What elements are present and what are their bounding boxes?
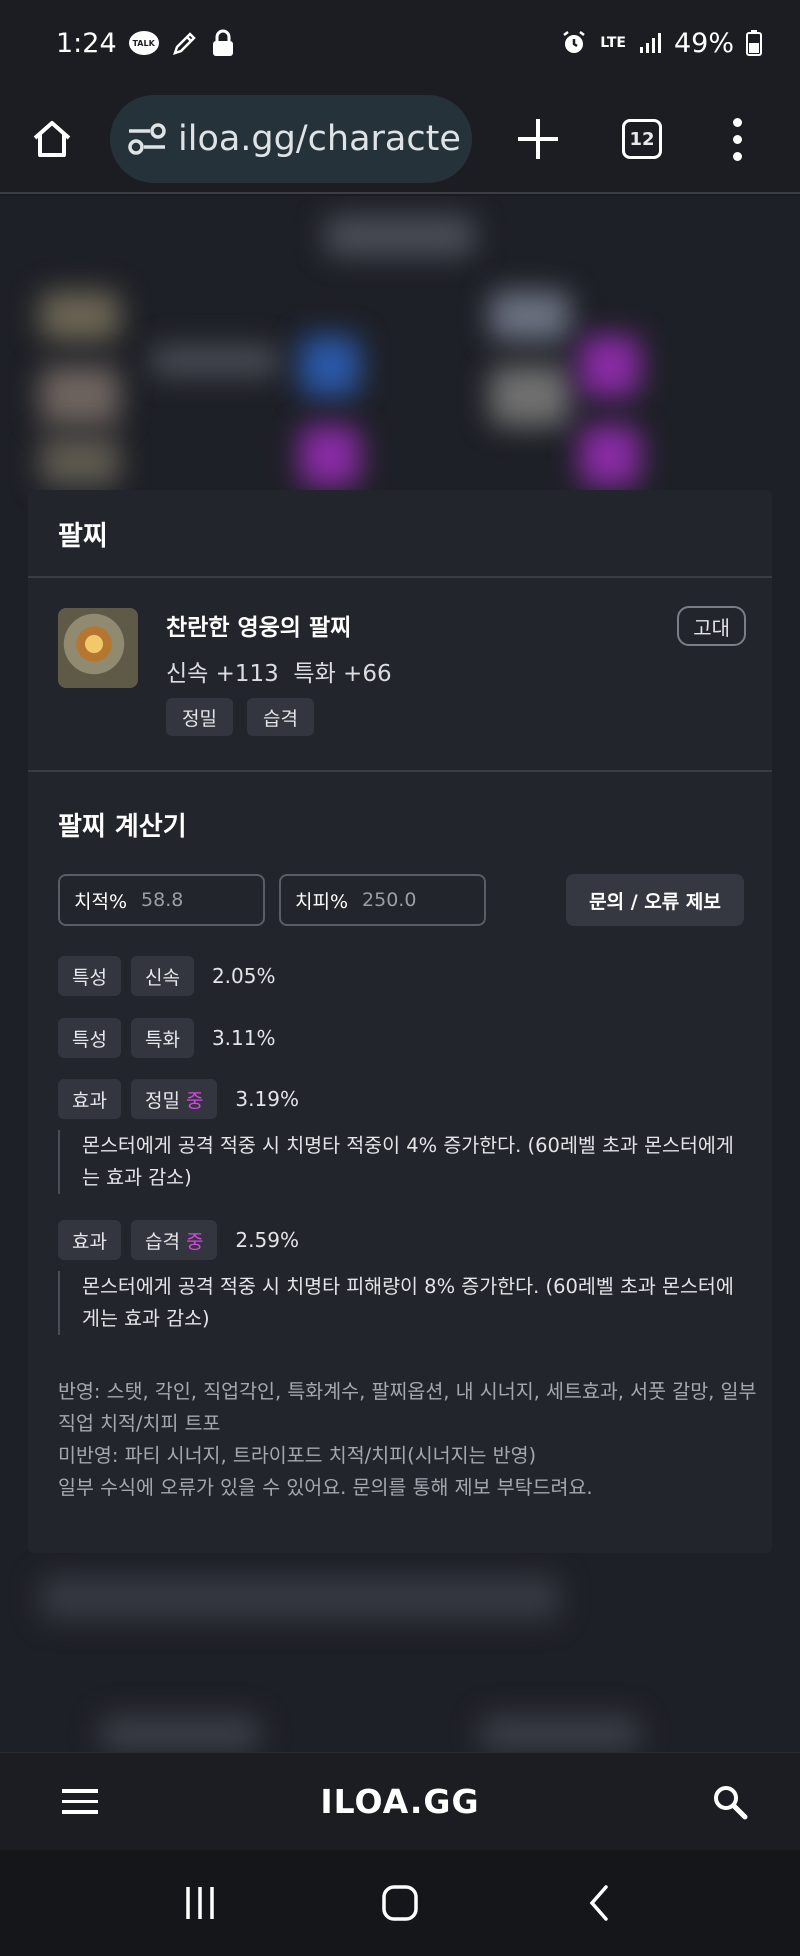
search-button[interactable] bbox=[710, 1782, 750, 1822]
result-row: 효과 습격 중 2.59% bbox=[58, 1220, 299, 1260]
row-kind-chip: 특성 bbox=[58, 956, 121, 996]
row-percent: 3.11% bbox=[211, 1026, 276, 1050]
more-menu-button[interactable] bbox=[732, 117, 742, 161]
home-nav-icon[interactable] bbox=[380, 1883, 420, 1923]
tab-switcher-button[interactable]: 12 bbox=[622, 119, 662, 159]
item-tag: 습격 bbox=[246, 698, 314, 736]
footnote-reflected: 반영: 스탯, 각인, 직업각인, 특화계수, 팔찌옵션, 내 시너지, 세트효… bbox=[58, 1380, 757, 1435]
assault-description: 몬스터에게 공격 적중 시 치명타 피해량이 8% 증가한다. (60레벨 초과… bbox=[58, 1271, 738, 1335]
network-type: LTE bbox=[600, 35, 626, 51]
calculator-footnote: 반영: 스탯, 각인, 직업각인, 특화계수, 팔찌옵션, 내 시너지, 세트효… bbox=[58, 1376, 758, 1504]
row-percent: 2.05% bbox=[211, 964, 276, 988]
status-time: 1:24 bbox=[56, 27, 117, 59]
crit-damage-value[interactable]: 250.0 bbox=[362, 889, 416, 911]
crit-rate-value[interactable]: 58.8 bbox=[141, 889, 183, 911]
effect-name: 습격 bbox=[144, 1230, 180, 1253]
crit-damage-label: 치피% bbox=[295, 890, 349, 913]
effect-grade: 중 bbox=[185, 1089, 204, 1112]
row-name-chip: 특화 bbox=[130, 1018, 194, 1058]
result-row: 특성 신속 2.05% bbox=[58, 956, 275, 996]
row-name-chip: 정밀 중 bbox=[130, 1079, 218, 1119]
kakaotalk-icon: TALK bbox=[128, 31, 159, 55]
recent-apps-icon[interactable] bbox=[180, 1883, 220, 1923]
result-row: 효과 정밀 중 3.19% bbox=[58, 1079, 299, 1119]
item-name: 찬란한 영웅의 팔찌 bbox=[166, 615, 352, 641]
result-row: 특성 특화 3.11% bbox=[58, 1018, 275, 1058]
browser-toolbar: iloa.gg/characte 12 bbox=[0, 86, 800, 194]
status-bar: 1:24 TALK LTE 49% bbox=[0, 0, 800, 86]
card-title: 팔찌 bbox=[28, 490, 772, 578]
crit-rate-input[interactable]: 치적% 58.8 bbox=[58, 874, 265, 926]
row-name-chip: 습격 중 bbox=[130, 1220, 218, 1260]
new-tab-button[interactable] bbox=[516, 117, 560, 161]
crit-damage-input[interactable]: 치피% 250.0 bbox=[279, 874, 486, 926]
search-icon bbox=[714, 1785, 748, 1819]
lock-icon bbox=[212, 29, 233, 56]
footnote-not-reflected: 미반영: 파티 시너지, 트라이포드 치적/치피(시너지는 반영) bbox=[58, 1444, 537, 1467]
back-icon[interactable] bbox=[580, 1883, 620, 1923]
effect-grade: 중 bbox=[185, 1230, 204, 1253]
footnote-disclaimer: 일부 수식에 오류가 있을 수 있어요. 문의를 통해 제보 부탁드려요. bbox=[58, 1476, 593, 1499]
menu-button[interactable] bbox=[62, 1789, 98, 1814]
battery-percent: 49% bbox=[673, 27, 734, 59]
battery-icon bbox=[746, 30, 762, 56]
system-nav-bar bbox=[0, 1850, 800, 1956]
row-percent: 2.59% bbox=[235, 1228, 299, 1252]
precision-description: 몬스터에게 공격 적중 시 치명타 적중이 4% 증가한다. (60레벨 초과 … bbox=[58, 1130, 738, 1194]
bracelet-item-icon bbox=[58, 608, 138, 688]
home-icon bbox=[33, 121, 71, 157]
row-kind-chip: 특성 bbox=[58, 1018, 121, 1058]
pen-icon bbox=[172, 32, 196, 55]
report-button[interactable]: 문의 / 오류 제보 bbox=[566, 874, 744, 926]
item-stats: 신속 +113 특화 +66 bbox=[166, 661, 392, 687]
home-button[interactable] bbox=[26, 113, 78, 165]
calculator-title: 팔찌 계산기 bbox=[58, 812, 187, 842]
site-settings-icon[interactable] bbox=[126, 118, 168, 160]
row-kind-chip: 효과 bbox=[58, 1220, 121, 1260]
site-logo[interactable]: ILOA.GG bbox=[0, 1782, 800, 1821]
alarm-icon bbox=[563, 31, 586, 53]
row-name-chip: 신속 bbox=[130, 956, 194, 996]
url-text[interactable]: iloa.gg/characte bbox=[178, 119, 461, 159]
site-bottom-nav: ILOA.GG bbox=[0, 1752, 800, 1850]
bracelet-card: 팔찌 찬란한 영웅의 팔찌 신속 +113 특화 +66 정밀 습격 고대 팔찌… bbox=[28, 490, 772, 1553]
address-bar[interactable]: iloa.gg/characte bbox=[110, 95, 472, 183]
row-kind-chip: 효과 bbox=[58, 1079, 121, 1119]
bracelet-item: 찬란한 영웅의 팔찌 신속 +113 특화 +66 정밀 습격 고대 bbox=[28, 578, 772, 772]
grade-badge: 고대 bbox=[677, 606, 746, 646]
effect-name: 정밀 bbox=[144, 1089, 180, 1112]
row-percent: 3.19% bbox=[235, 1087, 299, 1111]
signal-icon bbox=[639, 33, 661, 53]
crit-rate-label: 치적% bbox=[74, 890, 128, 913]
item-tag: 정밀 bbox=[166, 698, 233, 736]
item-tags: 정밀 습격 bbox=[166, 698, 314, 736]
